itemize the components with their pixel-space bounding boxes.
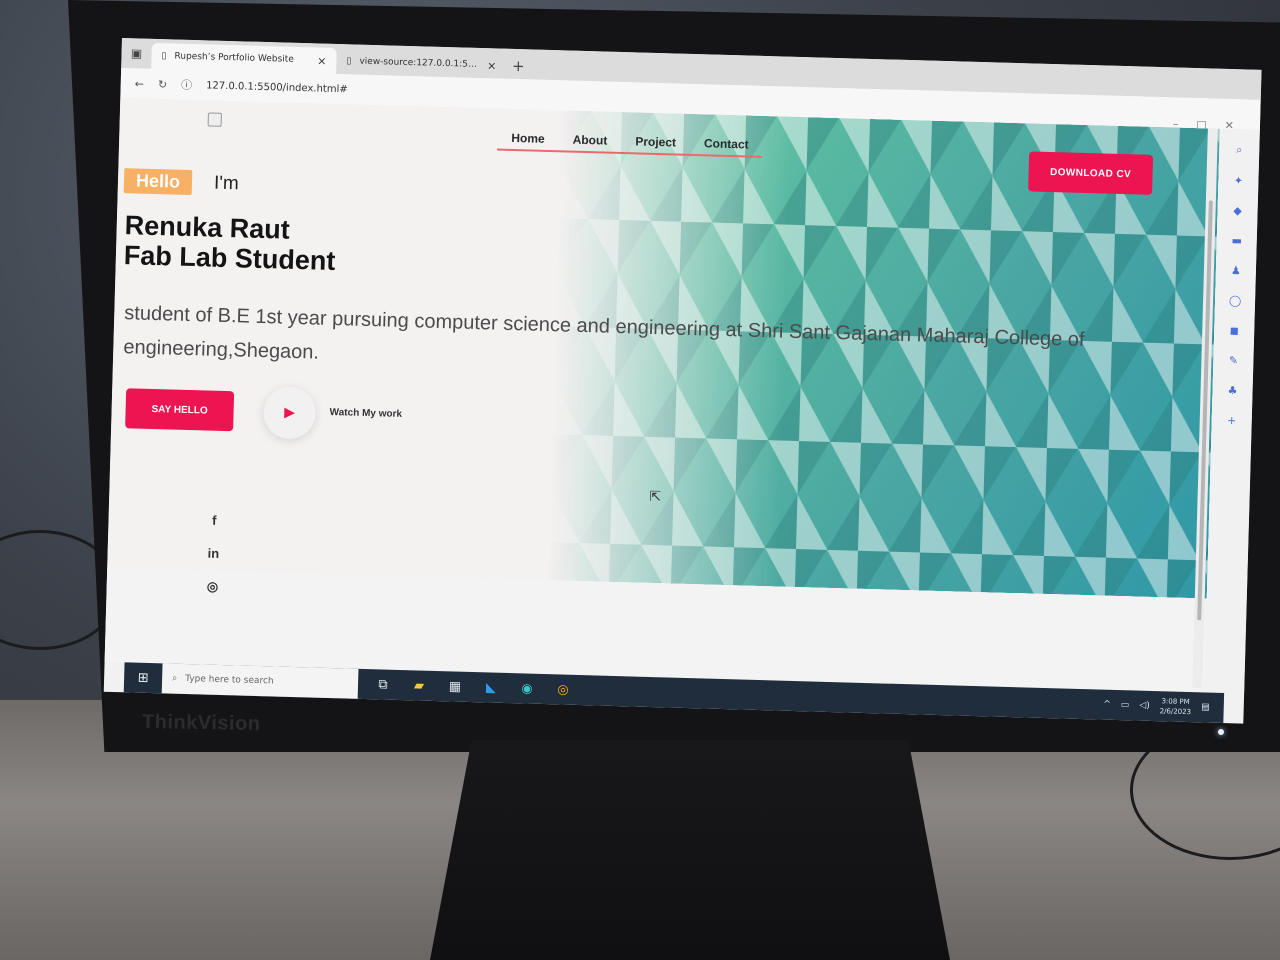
tree-icon[interactable]: ♣ bbox=[1227, 384, 1237, 397]
page-icon: ▯ bbox=[161, 51, 167, 62]
tab-actions-icon[interactable]: ▣ bbox=[121, 38, 152, 69]
tab-title: Rupesh’s Portfolio Website bbox=[174, 51, 294, 65]
hello-badge: Hello bbox=[123, 168, 193, 196]
say-hello-button[interactable]: SAY HELLO bbox=[125, 388, 235, 432]
date: 2/6/2023 bbox=[1159, 707, 1192, 717]
volume-icon[interactable]: ◁) bbox=[1139, 701, 1150, 711]
back-icon[interactable]: ← bbox=[135, 77, 145, 90]
task-view-icon[interactable]: ⧉ bbox=[374, 677, 392, 692]
hero-role: Fab Lab Student bbox=[123, 240, 336, 277]
screen: ▣ ▯ Rupesh’s Portfolio Website × ▯ view-… bbox=[103, 38, 1262, 724]
broken-logo-image-icon[interactable] bbox=[207, 112, 222, 127]
add-icon[interactable]: + bbox=[1227, 414, 1237, 427]
notification-icon[interactable]: ▤ bbox=[1201, 702, 1210, 712]
nav-project[interactable]: Project bbox=[635, 134, 676, 149]
tab-title: view-source:127.0.0.1:5500/inde… bbox=[359, 56, 480, 70]
linkedin-icon[interactable]: in bbox=[207, 546, 219, 561]
chrome-icon[interactable]: ◎ bbox=[554, 682, 572, 697]
download-cv-button[interactable]: DOWNLOAD CV bbox=[1028, 151, 1154, 195]
outlook-icon[interactable]: ◼ bbox=[1230, 324, 1240, 337]
search-icon: ⌕ bbox=[171, 673, 178, 684]
monitor-brand: ThinkVision bbox=[141, 710, 261, 736]
monitor-stand bbox=[430, 740, 950, 960]
file-explorer-icon[interactable]: ▰ bbox=[410, 678, 428, 693]
circle-icon[interactable]: ◯ bbox=[1229, 294, 1242, 307]
taskbar-apps: ⧉ ▰ ▦ ◣ ◉ ◎ bbox=[358, 676, 572, 697]
clock[interactable]: 3:08 PM 2/6/2023 bbox=[1159, 696, 1192, 717]
system-tray: ^ ▭ ◁) 3:08 PM 2/6/2023 ▤ bbox=[1103, 695, 1224, 718]
taskbar-search[interactable]: ⌕ Type here to search bbox=[161, 663, 359, 699]
facebook-icon[interactable]: f bbox=[212, 513, 217, 528]
nav-home[interactable]: Home bbox=[511, 131, 545, 146]
nav-about[interactable]: About bbox=[572, 133, 607, 148]
page-icon: ▯ bbox=[346, 56, 352, 67]
power-led bbox=[1218, 729, 1224, 735]
tag-icon[interactable]: ◆ bbox=[1233, 204, 1242, 217]
paint-icon[interactable]: ✎ bbox=[1229, 354, 1239, 367]
close-icon[interactable]: × bbox=[487, 59, 497, 72]
search-icon[interactable]: ⌕ bbox=[1236, 143, 1243, 157]
toolbox-icon[interactable]: ▬ bbox=[1231, 234, 1242, 247]
calendar-icon[interactable]: ▦ bbox=[446, 679, 464, 694]
watch-my-work-link[interactable]: Watch My work bbox=[329, 407, 402, 420]
taskbar-search-placeholder: Type here to search bbox=[185, 674, 274, 687]
nav-contact[interactable]: Contact bbox=[704, 136, 749, 151]
people-icon[interactable]: ♟ bbox=[1231, 264, 1241, 277]
network-icon[interactable]: ▭ bbox=[1121, 700, 1130, 710]
sparkle-icon[interactable]: ✦ bbox=[1234, 174, 1244, 187]
hero-title: Renuka Raut Fab Lab Student bbox=[124, 210, 337, 276]
url-field[interactable]: 127.0.0.1:5500/index.html# bbox=[206, 80, 348, 95]
info-icon[interactable]: ⓘ bbox=[181, 77, 192, 93]
refresh-icon[interactable]: ↻ bbox=[158, 78, 168, 91]
play-icon[interactable]: ▶ bbox=[262, 386, 317, 440]
im-text: I'm bbox=[213, 172, 240, 194]
vscode-icon[interactable]: ◣ bbox=[482, 680, 500, 695]
close-icon[interactable]: × bbox=[317, 54, 327, 67]
instagram-icon[interactable]: ◎ bbox=[207, 579, 219, 595]
social-links: f in ◎ bbox=[206, 513, 220, 595]
greeting-row: Hello I'm bbox=[123, 168, 240, 196]
new-tab-button[interactable]: + bbox=[506, 53, 531, 80]
portfolio-page: Home About Project Contact DOWNLOAD CV H… bbox=[104, 97, 1220, 693]
chevron-up-icon[interactable]: ^ bbox=[1103, 700, 1111, 710]
edge-icon[interactable]: ◉ bbox=[518, 681, 536, 696]
windows-start-icon[interactable]: ⊞ bbox=[124, 662, 163, 693]
mouse-cursor-icon: ⇱ bbox=[649, 488, 662, 506]
